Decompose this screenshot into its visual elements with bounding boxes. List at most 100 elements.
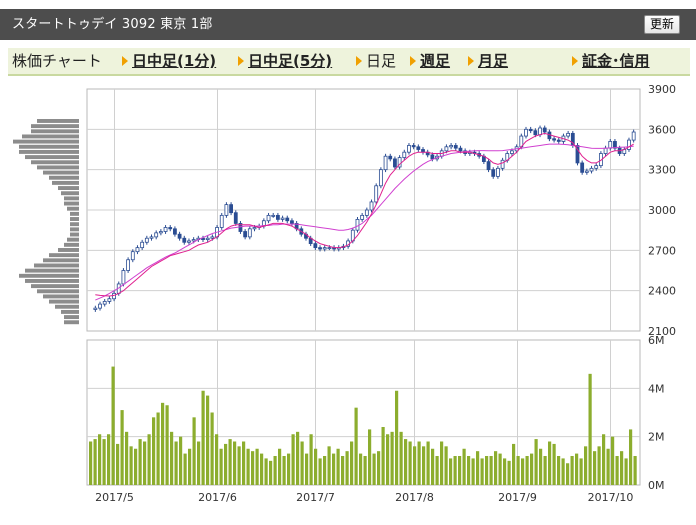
volume-bar bbox=[287, 453, 291, 485]
volume-bar bbox=[462, 448, 466, 485]
volume-bar bbox=[147, 434, 151, 485]
candle bbox=[107, 298, 112, 302]
volume-bar bbox=[134, 448, 138, 485]
volume-bar bbox=[543, 456, 547, 485]
candle bbox=[538, 127, 542, 136]
candle bbox=[608, 141, 613, 149]
candle bbox=[205, 237, 210, 240]
volume-bar bbox=[264, 458, 268, 485]
volume-bar bbox=[296, 431, 300, 485]
volume-tick-label: 4M bbox=[648, 382, 665, 395]
volume-profile-bar bbox=[25, 155, 79, 160]
volume-bar bbox=[210, 412, 214, 485]
candle bbox=[402, 151, 407, 158]
volume-bar bbox=[300, 441, 304, 485]
volume-bar bbox=[138, 439, 142, 485]
volume-bar bbox=[152, 417, 156, 485]
volume-bar bbox=[453, 456, 457, 485]
candle bbox=[318, 247, 322, 250]
candle bbox=[364, 209, 369, 216]
x-tick-label: 2017/8 bbox=[395, 491, 434, 504]
volume-profile-bar bbox=[70, 232, 79, 237]
candle bbox=[247, 228, 252, 238]
volume-profile-bar bbox=[31, 129, 79, 134]
volume-bar bbox=[273, 456, 277, 485]
volume-bar bbox=[512, 443, 516, 485]
candle bbox=[556, 139, 561, 142]
volume-bar bbox=[89, 441, 93, 485]
candle bbox=[149, 236, 154, 239]
price-tick-label: 2400 bbox=[648, 285, 676, 298]
volume-bar bbox=[269, 460, 273, 485]
volume-bar bbox=[170, 431, 174, 485]
volume-bar bbox=[498, 453, 502, 485]
volume-bar bbox=[143, 441, 147, 485]
volume-bar bbox=[183, 453, 187, 485]
volume-bar bbox=[215, 434, 219, 485]
volume-bar bbox=[260, 453, 264, 485]
volume-profile-bar bbox=[19, 149, 79, 154]
volume-profile-bar bbox=[13, 139, 79, 144]
volume-bar bbox=[404, 439, 408, 485]
volume-profile-bar bbox=[58, 248, 79, 252]
candle bbox=[369, 201, 374, 211]
volume-bar bbox=[557, 456, 561, 485]
candle bbox=[500, 159, 505, 169]
volume-bar bbox=[102, 439, 106, 485]
volume-bar bbox=[363, 456, 367, 485]
candle bbox=[219, 214, 224, 228]
candle bbox=[360, 214, 365, 220]
volume-bar bbox=[431, 448, 435, 485]
candle bbox=[631, 131, 636, 141]
volume-bar bbox=[174, 441, 178, 485]
candle bbox=[280, 217, 285, 220]
volume-bar bbox=[156, 412, 160, 485]
candle bbox=[191, 239, 196, 242]
volume-bar bbox=[336, 448, 340, 485]
candle bbox=[187, 240, 191, 243]
volume-bar bbox=[305, 453, 309, 485]
volume-bar bbox=[449, 458, 453, 485]
volume-profile-bar bbox=[31, 284, 79, 289]
volume-bar bbox=[372, 453, 376, 485]
candle bbox=[168, 227, 173, 230]
volume-profile-bar bbox=[61, 309, 79, 314]
volume-profile-bar bbox=[67, 237, 79, 242]
candle bbox=[411, 145, 416, 148]
candle bbox=[233, 212, 238, 224]
volume-bar bbox=[615, 456, 619, 485]
volume-bar bbox=[161, 402, 165, 485]
candle bbox=[533, 130, 538, 136]
price-tick-label: 2700 bbox=[648, 244, 676, 257]
volume-bar bbox=[417, 441, 421, 485]
price-tick-label: 3600 bbox=[648, 123, 676, 136]
x-tick-label: 2017/9 bbox=[498, 491, 537, 504]
volume-bar bbox=[237, 446, 241, 485]
volume-bar bbox=[552, 443, 556, 485]
volume-profile-bar bbox=[61, 191, 79, 196]
volume-profile-bar bbox=[43, 170, 79, 175]
candle bbox=[266, 214, 271, 222]
volume-profile-bar bbox=[70, 222, 79, 227]
volume-bar bbox=[435, 456, 439, 485]
volume-bar bbox=[345, 451, 349, 485]
candle bbox=[524, 128, 528, 137]
volume-bar bbox=[354, 407, 358, 485]
volume-bar bbox=[489, 456, 493, 485]
x-tick-label: 2017/10 bbox=[588, 491, 634, 504]
volume-profile-bar bbox=[37, 165, 79, 170]
candle bbox=[102, 301, 107, 305]
candle bbox=[290, 220, 294, 224]
candle bbox=[566, 132, 571, 137]
volume-profile-bar bbox=[37, 289, 79, 294]
volume-profile-bar bbox=[49, 299, 79, 304]
volume-bar bbox=[197, 441, 201, 485]
volume-bar bbox=[458, 456, 462, 485]
price-tick-label: 3300 bbox=[648, 164, 676, 177]
candle bbox=[210, 236, 215, 239]
volume-bar bbox=[332, 453, 336, 485]
volume-bar bbox=[314, 448, 318, 485]
volume-profile-bar bbox=[19, 144, 79, 149]
volume-profile-bar bbox=[25, 278, 79, 283]
candle bbox=[430, 154, 435, 160]
